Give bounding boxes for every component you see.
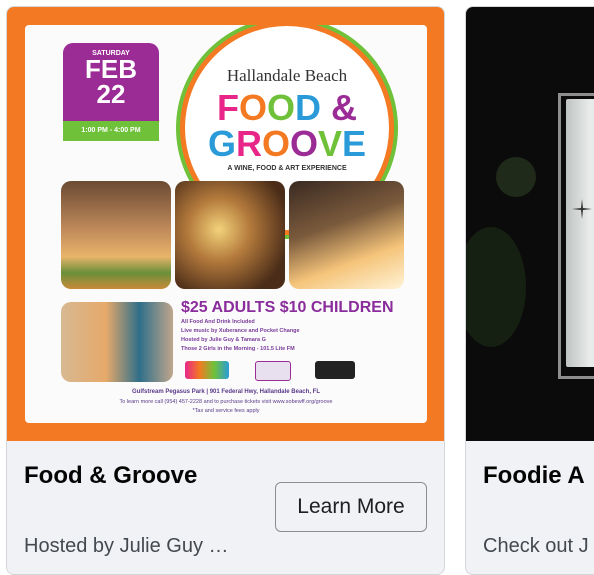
detail-line: Live music by Xuberance and Pocket Chang… [181, 328, 300, 334]
sponsor-logos [185, 361, 365, 381]
event-poster-image[interactable]: SATURDAY FEB 22 1:00 PM - 4:00 PM Hallan… [7, 7, 444, 441]
friends-toast-photo [289, 181, 404, 289]
learn-more-button[interactable]: Learn More [275, 482, 427, 532]
burger-photo [61, 181, 171, 289]
event-host: Check out J [483, 535, 589, 557]
sponsor-logo [315, 361, 355, 379]
event-title[interactable]: Food & Groove [24, 462, 197, 490]
sponsor-logo [185, 361, 229, 379]
logo-venue: Hallandale Beach [226, 66, 348, 85]
date-number: 22 [96, 79, 126, 109]
time-badge: 1:00 PM - 4:00 PM [63, 121, 159, 141]
ticket-info: To learn more call (954) 457-2228 and to… [119, 399, 333, 405]
fee-note: *Tax and service fees apply [192, 408, 260, 414]
background-foliage [466, 227, 526, 347]
detail-line: All Food And Drink Included [181, 319, 255, 325]
logo-word-groove: GROOVE [207, 123, 367, 164]
price-line: $25 ADULTS $10 CHILDREN [181, 299, 394, 316]
sparkle-icon [572, 199, 592, 219]
detail-line: Hosted by Julie Guy & Tamara G [181, 337, 266, 343]
sponsor-logo [255, 361, 291, 381]
detail-line: Those 2 Girls in the Morning - 101.5 Lit… [181, 346, 295, 352]
logo-tagline: A WINE, FOOD & ART EXPERIENCE [227, 165, 347, 172]
background-foliage [496, 157, 536, 197]
lit-screen [566, 99, 594, 367]
hosts-photo [61, 302, 173, 382]
event-host: Hosted by Julie Guy … [24, 535, 229, 557]
venue-address: Gulfstream Pegasus Park | 901 Federal Hw… [132, 389, 320, 395]
event-video-thumbnail[interactable] [466, 7, 594, 441]
event-card-foodie[interactable]: Foodie A Check out J [465, 6, 594, 575]
logo-word-food: FOOD & [216, 87, 358, 128]
date-badge: SATURDAY FEB 22 [63, 43, 159, 121]
poster: SATURDAY FEB 22 1:00 PM - 4:00 PM Hallan… [25, 25, 427, 423]
event-card-food-groove[interactable]: SATURDAY FEB 22 1:00 PM - 4:00 PM Hallan… [6, 6, 445, 575]
food-spread-photo [175, 181, 285, 289]
event-title[interactable]: Foodie A [483, 462, 585, 490]
